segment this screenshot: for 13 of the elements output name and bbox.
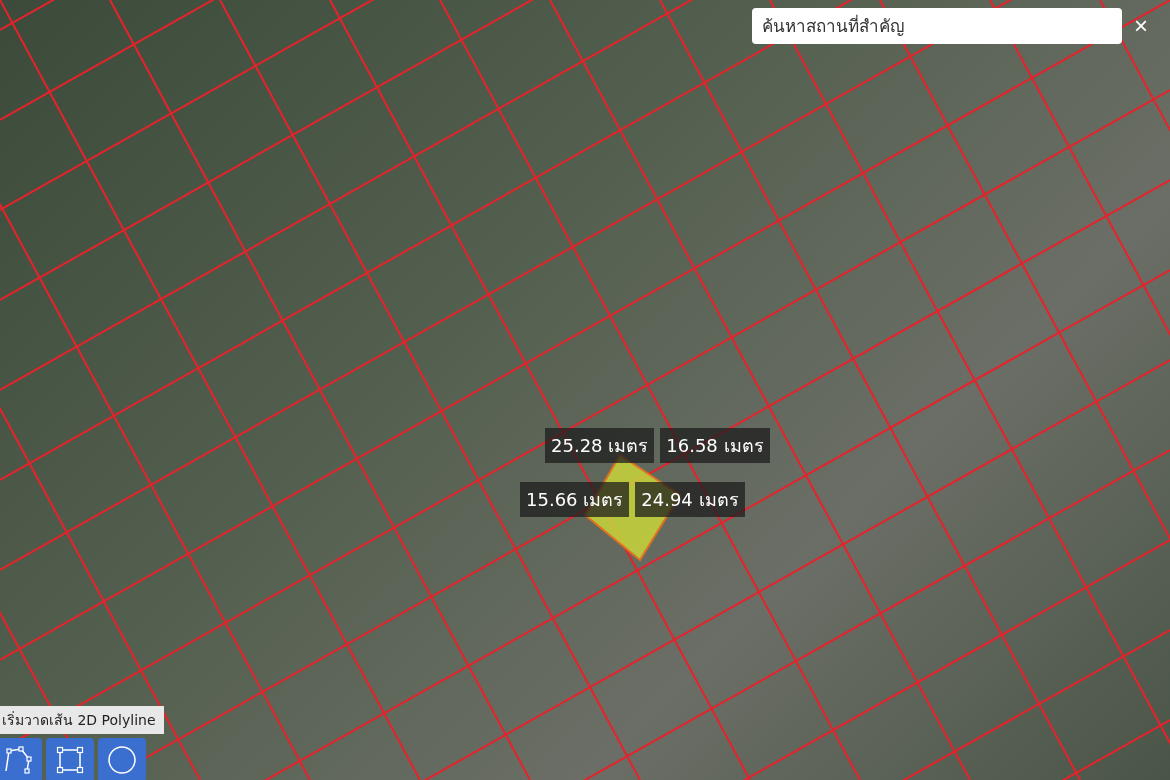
search-field[interactable]: ค้นหาสถานที่สำคัญ	[752, 8, 1122, 44]
measurement-label: 15.66 เมตร	[520, 482, 630, 517]
circle-icon	[107, 745, 137, 775]
measurement-label: 24.94 เมตร	[635, 482, 745, 517]
polyline-icon	[3, 745, 33, 775]
measurement-label: 25.28 เมตร	[545, 428, 655, 463]
tooltip: เริ่มวาดเส้น 2D Polyline	[0, 706, 164, 734]
rectangle-icon	[55, 745, 85, 775]
polyline-tool-button[interactable]	[0, 738, 42, 780]
rectangle-tool-button[interactable]	[46, 738, 94, 780]
close-button[interactable]: ×	[1130, 12, 1152, 40]
circle-tool-button[interactable]	[98, 738, 146, 780]
measurement-label: 16.58 เมตร	[660, 428, 770, 463]
